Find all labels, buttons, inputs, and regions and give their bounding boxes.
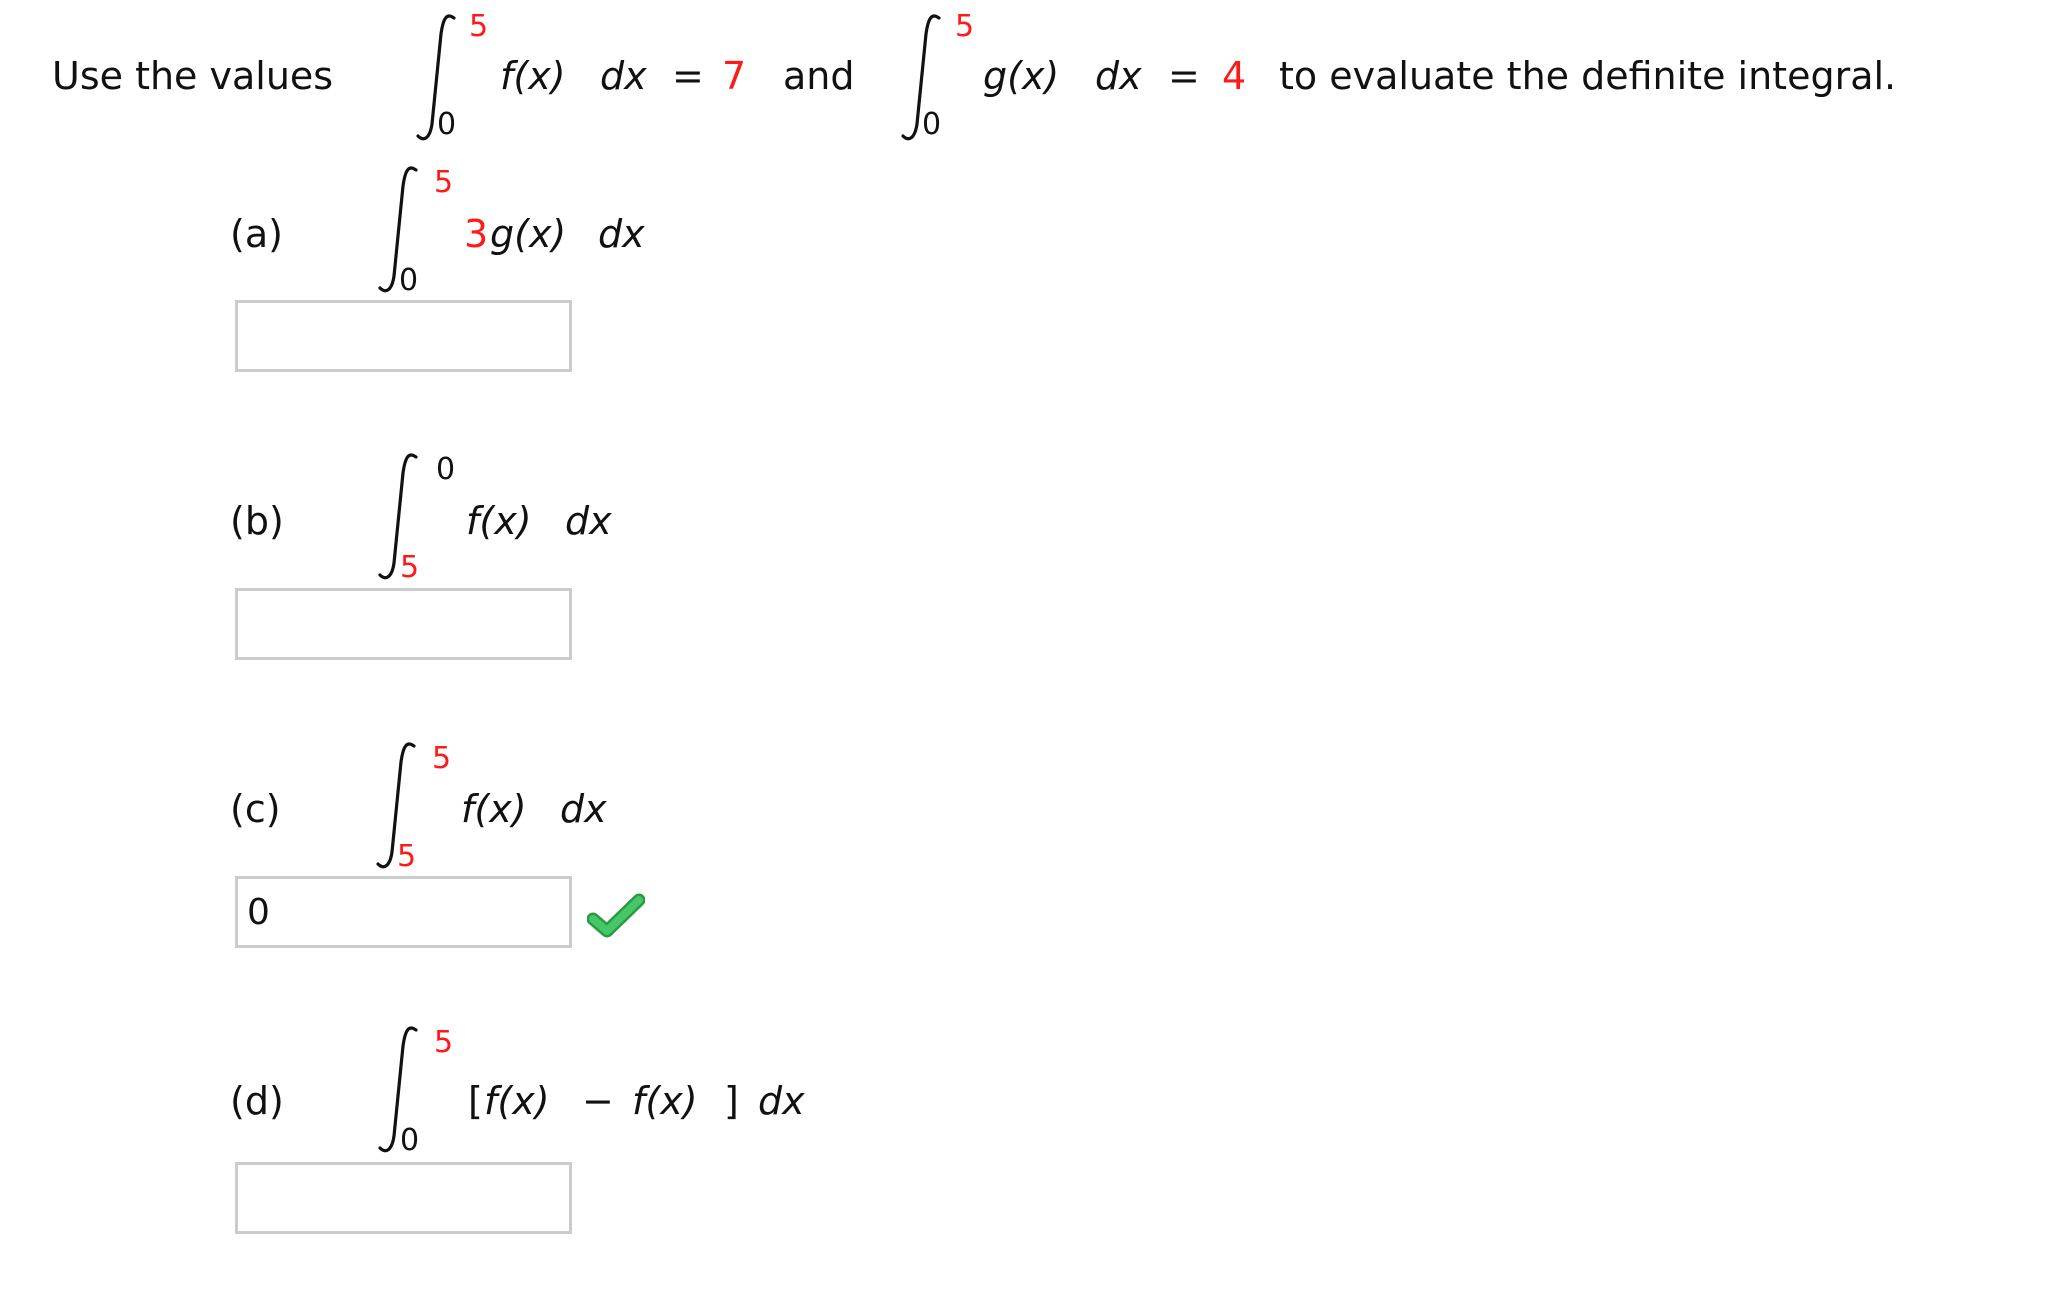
given2-dx: dx	[1095, 54, 1142, 98]
given1-value: 7	[722, 54, 747, 98]
coefficient: 3	[464, 212, 489, 256]
answer-input-b[interactable]	[235, 588, 572, 660]
upper-limit: 0	[436, 452, 456, 487]
given1-upper-limit: 5	[469, 9, 489, 44]
upper-limit: 5	[432, 741, 452, 776]
given1-lower-limit: 0	[437, 107, 457, 142]
dx: dx	[598, 212, 645, 256]
lower-limit: 5	[400, 550, 420, 585]
lower-limit: 0	[399, 263, 419, 298]
given1-dx: dx	[600, 54, 647, 98]
answer-input-d[interactable]	[235, 1162, 572, 1234]
bracket-open: [	[468, 1079, 483, 1123]
integrand: g(x)	[490, 212, 567, 256]
prompt-intro: Use the values	[52, 54, 334, 98]
upper-limit: 5	[434, 1025, 454, 1060]
part-label: (b)	[230, 499, 284, 543]
answer-input-c[interactable]	[235, 876, 572, 948]
dx: dx	[758, 1079, 805, 1123]
part-label: (a)	[230, 212, 283, 256]
integrand-a: f(x)	[484, 1079, 550, 1123]
minus-sign: −	[582, 1079, 614, 1123]
integrand: f(x)	[461, 787, 527, 831]
given2-equals: =	[1168, 54, 1200, 98]
integrand: f(x)	[466, 499, 532, 543]
prompt-tail: to evaluate the definite integral.	[1279, 54, 1897, 98]
given2-value: 4	[1222, 54, 1247, 98]
given2-integrand: g(x)	[983, 54, 1060, 98]
dx: dx	[565, 499, 612, 543]
given2-upper-limit: 5	[955, 9, 975, 44]
part-label: (c)	[230, 787, 281, 831]
prompt-connector: and	[783, 54, 855, 98]
correct-check-icon	[586, 893, 646, 939]
lower-limit: 5	[397, 839, 417, 874]
given2-lower-limit: 0	[922, 107, 942, 142]
given1-equals: =	[672, 54, 704, 98]
part-label: (d)	[230, 1079, 284, 1123]
integrand-b: f(x)	[632, 1079, 698, 1123]
upper-limit: 5	[434, 165, 454, 200]
bracket-close: ]	[724, 1079, 739, 1123]
lower-limit: 0	[400, 1123, 420, 1158]
dx: dx	[560, 787, 607, 831]
answer-input-a[interactable]	[235, 300, 572, 372]
given1-integrand: f(x)	[500, 54, 566, 98]
